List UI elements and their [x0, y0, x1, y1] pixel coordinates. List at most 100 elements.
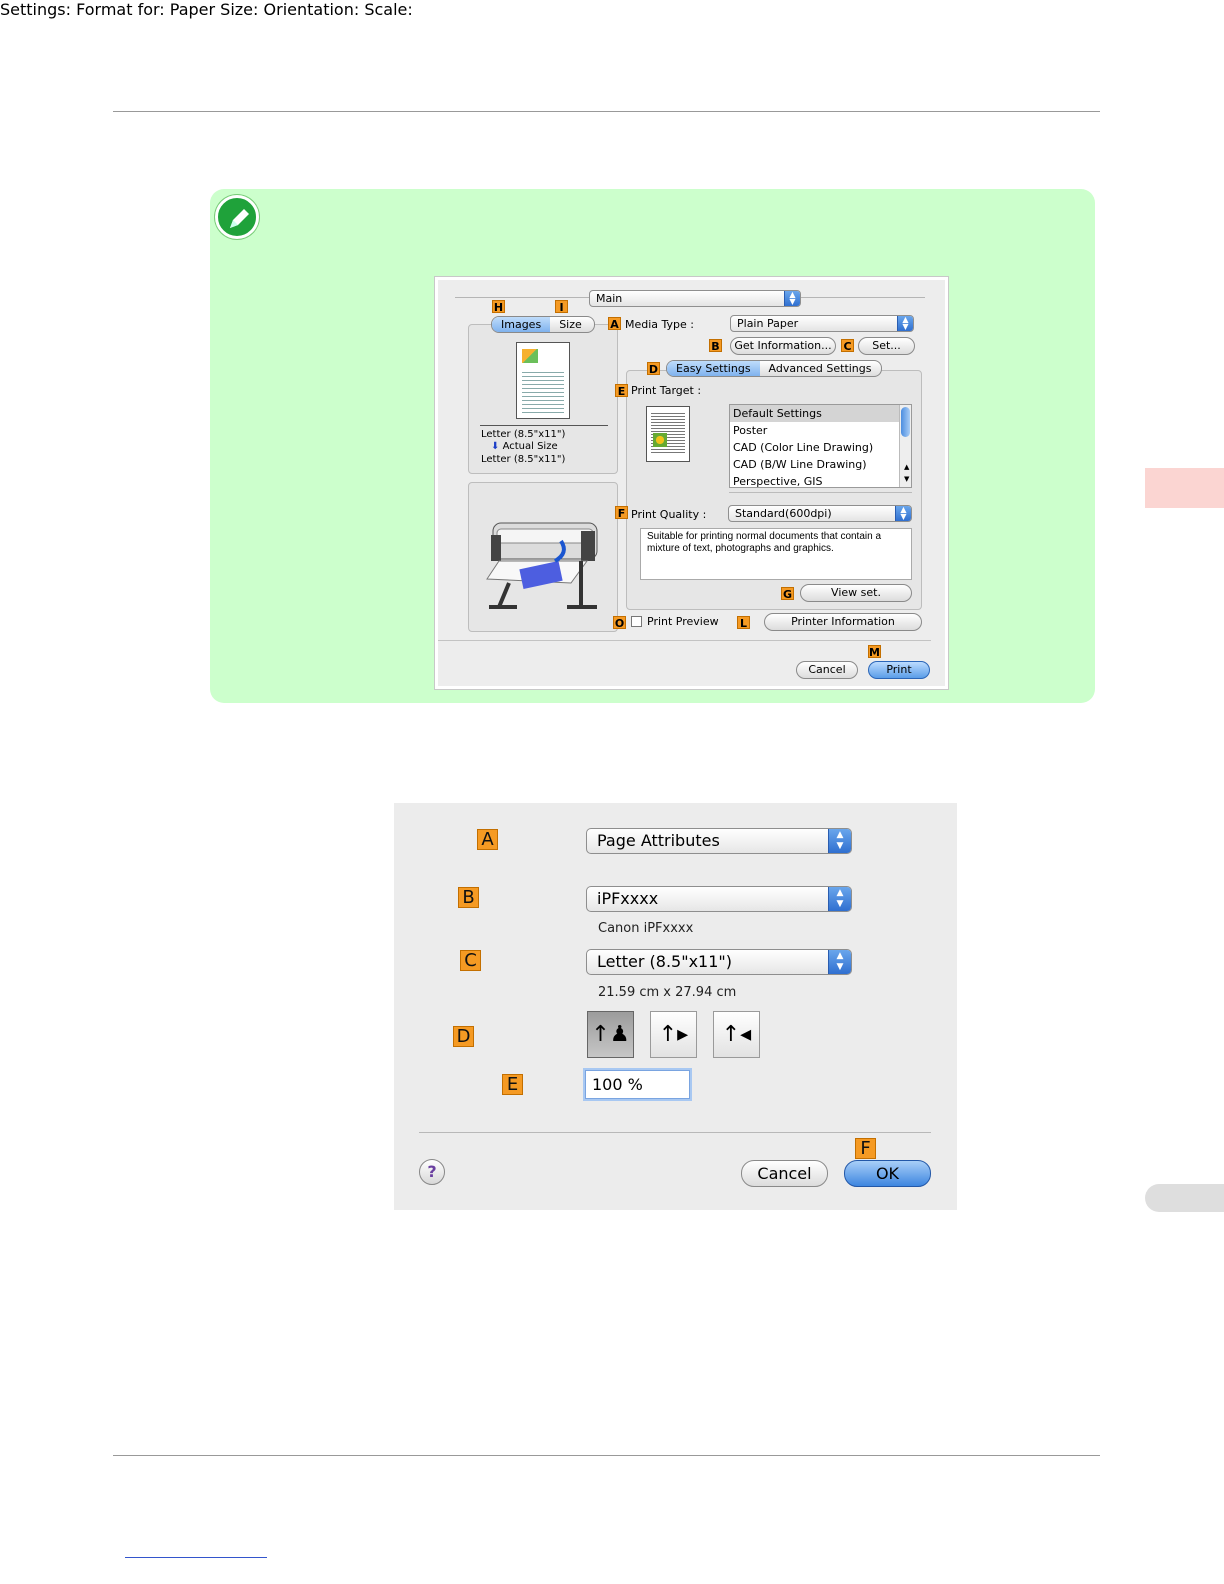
tab-images[interactable]: Images [492, 317, 551, 332]
print-target-list[interactable]: Default Settings Poster CAD (Color Line … [729, 404, 912, 488]
marker-h: H [492, 300, 505, 314]
index-tab [1145, 1184, 1224, 1212]
ok-button[interactable]: OK [844, 1160, 931, 1187]
list-scrollbar[interactable]: ▲ ▼ [899, 405, 911, 487]
view-set-button[interactable]: View set. [800, 584, 912, 602]
popup-arrows-icon: ▲ ▼ [895, 506, 911, 521]
footer-link-underline [125, 1557, 267, 1558]
preview-rule [480, 425, 608, 426]
set-button[interactable]: Set... [858, 337, 915, 355]
format-for-popup[interactable]: iPFxxxx ▲ ▼ [586, 886, 852, 912]
arrow-down-icon: ⬇ [491, 441, 500, 452]
print-target-thumbnail [646, 406, 690, 462]
orientation-label: Orientation: [263, 0, 360, 19]
scale-mode: ⬇ Actual Size [491, 441, 558, 452]
pencil-icon [215, 195, 259, 239]
marker-c: C [460, 950, 481, 971]
marker-b: B [458, 887, 479, 908]
print-target-label: Print Target : [631, 384, 702, 397]
tab-easy-settings[interactable]: Easy Settings [667, 361, 760, 376]
popup-arrows-icon: ▲ ▼ [784, 291, 800, 306]
popup-arrows-icon: ▲ ▼ [828, 950, 851, 974]
print-quality-value: Standard(600dpi) [735, 507, 832, 520]
divider [419, 1132, 931, 1133]
print-preview-checkbox[interactable] [631, 616, 642, 627]
chapter-tab [1145, 468, 1224, 508]
marker-f: F [855, 1138, 876, 1159]
popup-arrows-icon: ▲ ▼ [828, 829, 851, 853]
marker-f: F [615, 506, 628, 520]
list-item[interactable]: CAD (Color Line Drawing) [730, 439, 911, 456]
format-for-label: Format for: [76, 0, 165, 19]
media-type-label: Media Type : [625, 318, 695, 331]
tab-size[interactable]: Size [550, 317, 591, 332]
printer-information-button[interactable]: Printer Information [764, 613, 922, 631]
print-preview-label: Print Preview [647, 615, 719, 628]
marker-l: L [737, 616, 750, 630]
scale-input[interactable]: 100 % [585, 1070, 690, 1099]
paper-size-popup[interactable]: Letter (8.5"x11") ▲ ▼ [586, 949, 852, 975]
marker-o: O [613, 616, 626, 630]
landscape-left-icon: ↑▸ [658, 1022, 689, 1047]
page-image-icon [522, 349, 538, 363]
settings-label: Settings: [0, 0, 72, 19]
marker-m: M [868, 645, 881, 659]
thumbnail-flower [653, 433, 667, 447]
page-preview-thumbnail [516, 342, 570, 419]
marker-a: A [477, 829, 498, 850]
images-size-tabs[interactable]: Images Size [491, 316, 595, 333]
media-type-popup[interactable]: Plain Paper ▲ ▼ [730, 315, 914, 332]
popup-arrows-icon: ▲ ▼ [897, 316, 913, 331]
cancel-button[interactable]: Cancel [741, 1160, 828, 1187]
list-item[interactable]: Default Settings [730, 405, 911, 422]
list-item[interactable]: CAD (B/W Line Drawing) [730, 456, 911, 473]
landscape-right-icon: ↑◂ [721, 1022, 752, 1047]
help-button[interactable]: ? [419, 1159, 445, 1185]
bottom-rule [113, 1455, 1100, 1456]
top-rule [113, 111, 1100, 112]
tab-advanced-settings[interactable]: Advanced Settings [760, 361, 881, 376]
main-popup[interactable]: Main ▲ ▼ [589, 290, 801, 307]
printer-illustration [486, 522, 598, 609]
media-type-value: Plain Paper [737, 317, 799, 330]
actual-size-label: Actual Size [502, 441, 558, 452]
quality-description: Suitable for printing normal documents t… [640, 528, 912, 580]
print-quality-popup[interactable]: Standard(600dpi) ▲ ▼ [728, 505, 912, 522]
cancel-button[interactable]: Cancel [796, 661, 858, 679]
marker-d: D [647, 362, 660, 376]
marker-e: E [615, 384, 628, 398]
popup-arrows-icon: ▲ ▼ [828, 887, 851, 911]
page-lines [522, 369, 564, 413]
get-information-button[interactable]: Get Information... [730, 337, 836, 355]
main-popup-label: Main [596, 292, 623, 305]
print-button[interactable]: Print [868, 661, 930, 679]
marker-g: G [781, 587, 794, 601]
settings-popup[interactable]: Page Attributes ▲ ▼ [586, 828, 852, 854]
divider [438, 640, 931, 641]
list-item[interactable]: Poster [730, 422, 911, 439]
paper-size-value: Letter (8.5"x11") [597, 952, 733, 971]
landscape-left-orientation-button[interactable]: ↑▸ [650, 1011, 697, 1058]
divider [729, 492, 912, 493]
printer-model: Canon iPFxxxx [598, 921, 694, 936]
portrait-orientation-button[interactable]: ↑♟ [587, 1011, 634, 1058]
marker-b: B [709, 339, 722, 353]
marker-a: A [608, 317, 621, 331]
scrollbar-thumb[interactable] [901, 407, 910, 437]
list-item[interactable]: Perspective, GIS [730, 473, 911, 490]
landscape-right-orientation-button[interactable]: ↑◂ [713, 1011, 760, 1058]
marker-e: E [502, 1074, 523, 1095]
scroll-arrows-icon[interactable]: ▲ ▼ [901, 461, 909, 483]
printer-image-panel [468, 482, 618, 632]
portrait-icon: ↑♟ [591, 1022, 630, 1047]
print-quality-label: Print Quality : [631, 508, 707, 521]
source-size: Letter (8.5"x11") [481, 429, 566, 440]
paper-dimensions: 21.59 cm x 27.94 cm [598, 985, 737, 1000]
scale-label: Scale: [364, 0, 413, 19]
output-size: Letter (8.5"x11") [481, 454, 566, 465]
format-for-value: iPFxxxx [597, 889, 659, 908]
marker-d: D [453, 1026, 474, 1047]
settings-tabs[interactable]: Easy Settings Advanced Settings [666, 360, 882, 377]
marker-i: I [555, 300, 568, 314]
paper-size-label: Paper Size: [169, 0, 259, 19]
